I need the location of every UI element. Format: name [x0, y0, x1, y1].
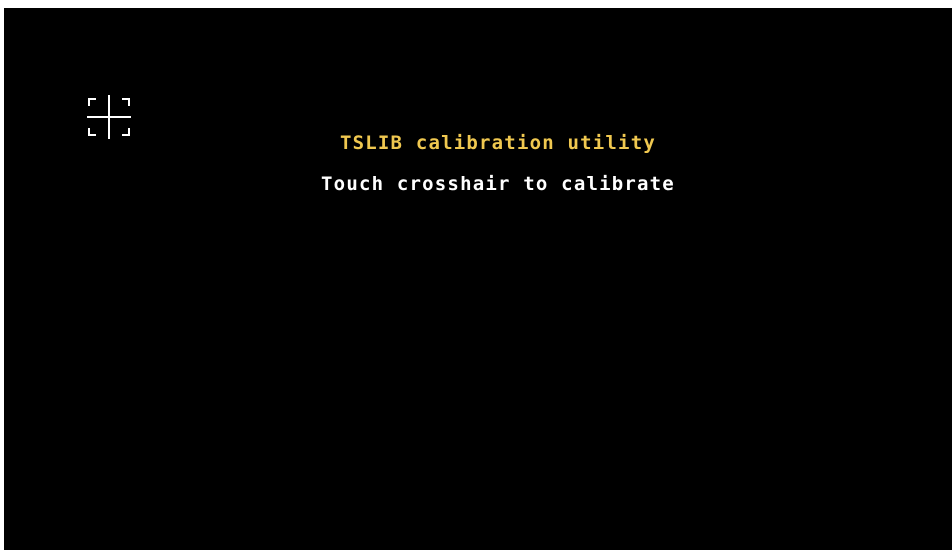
- instruction-text: Touch crosshair to calibrate: [321, 173, 675, 195]
- calibration-screen[interactable]: TSLIB calibration utility Touch crosshai…: [4, 8, 952, 550]
- utility-title: TSLIB calibration utility: [340, 132, 656, 154]
